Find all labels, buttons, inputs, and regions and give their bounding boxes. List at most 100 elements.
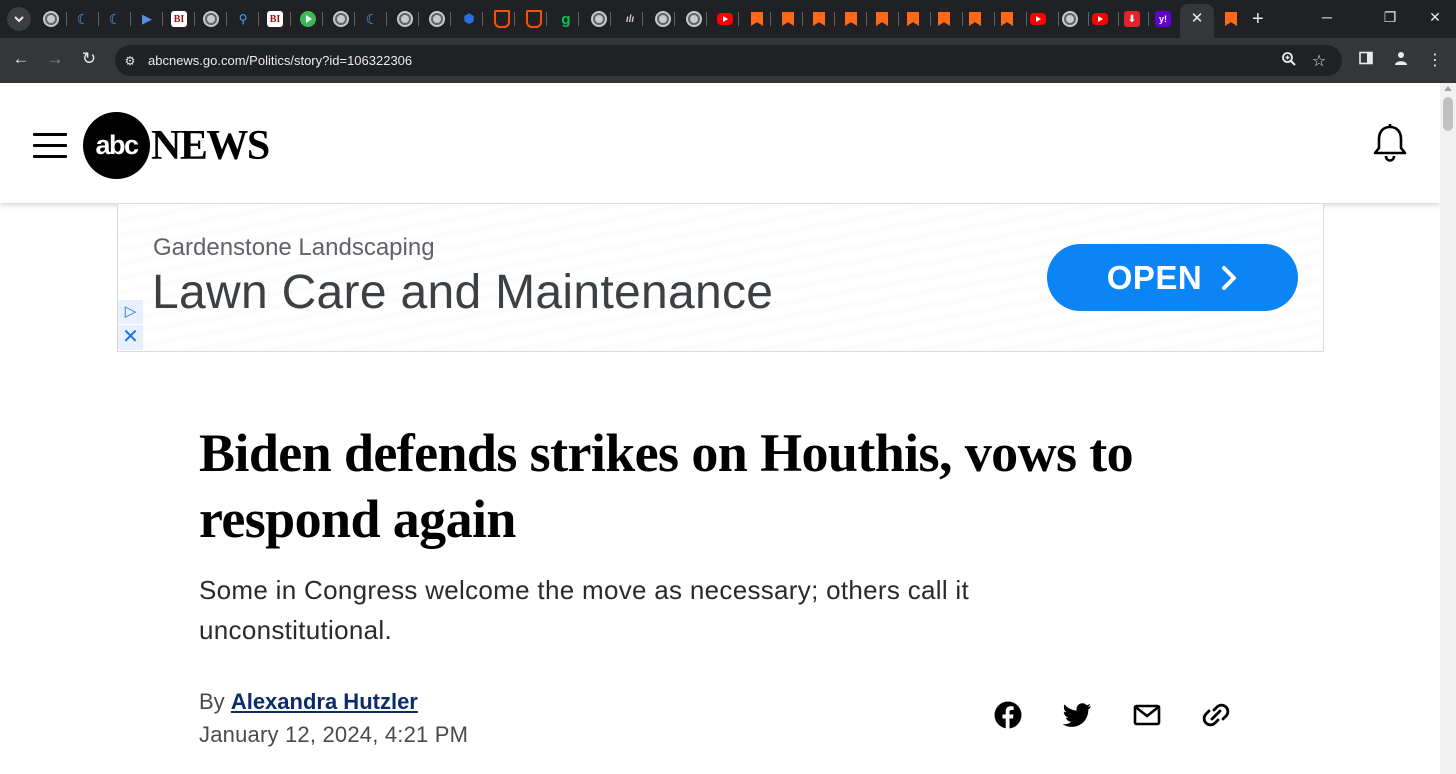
tab-favicon-bi-icon[interactable]: BI [267, 11, 283, 27]
browser-menu-icon[interactable]: ⋮ [1425, 50, 1445, 70]
link-icon[interactable] [1201, 700, 1231, 730]
chevron-right-icon [1222, 265, 1237, 290]
scrollbar-thumb[interactable] [1443, 97, 1453, 131]
tab-favicon-bi-icon[interactable]: BI [171, 11, 187, 27]
tab-separator [450, 12, 451, 26]
tab-favicon-globe-icon[interactable] [686, 11, 702, 27]
twitter-bird-icon [1063, 703, 1091, 727]
tab-favicon-magnifier-icon[interactable]: ⚲ [235, 11, 251, 27]
tab-favicon-shield-icon[interactable]: ☾ [364, 11, 380, 27]
tab-favicon-globe-icon[interactable] [655, 11, 671, 27]
tab-favicon-cube-icon[interactable]: ⬢ [461, 11, 477, 27]
tab-separator [226, 12, 227, 26]
tab-favicon-brave-icon[interactable] [494, 11, 510, 27]
tab-separator [706, 12, 707, 26]
tab-favicon-youtube-icon[interactable] [1092, 13, 1108, 25]
window-close-icon[interactable]: ✕ [1425, 9, 1445, 26]
twitter-icon[interactable] [1062, 700, 1092, 730]
minimize-icon[interactable]: ─ [1317, 9, 1337, 25]
chevron-down-icon [14, 16, 24, 23]
chain-link-icon [1202, 703, 1230, 727]
new-tab-button[interactable]: + [1252, 9, 1264, 29]
bookmark-star-icon[interactable]: ☆ [1309, 51, 1329, 71]
forward-arrow-icon[interactable]: → [44, 48, 66, 70]
reload-icon[interactable]: ↻ [78, 48, 100, 70]
tab-favicon-substack-icon[interactable] [874, 11, 890, 27]
ad-close-icon[interactable]: ✕ [118, 325, 143, 350]
article-headline: Biden defends strikes on Houthis, vows t… [199, 423, 1134, 549]
tab-favicon-arrow-icon[interactable]: ▶ [139, 11, 155, 27]
tab-separator [770, 12, 771, 26]
tab-favicon-globe-icon[interactable] [1062, 11, 1078, 27]
tab-favicon-red-icon[interactable]: ⬇ [1124, 11, 1140, 27]
tab-separator [258, 12, 259, 26]
tab-favicon-substack-icon[interactable] [811, 11, 827, 27]
tab-search-button[interactable] [7, 7, 31, 31]
ad-headline[interactable]: Lawn Care and Maintenance [152, 265, 773, 321]
tab-separator [962, 12, 963, 26]
tab-favicon-globe-icon[interactable] [429, 11, 445, 27]
news-logo-wordmark[interactable]: NEWS [151, 123, 270, 169]
tab-separator [66, 12, 67, 26]
tab-separator [514, 12, 515, 26]
tab-separator [866, 12, 867, 26]
tab-separator [162, 12, 163, 26]
tab-separator [1026, 12, 1027, 26]
zoom-magnifier-icon [1282, 52, 1296, 66]
tab-favicon-substack-icon[interactable] [780, 11, 796, 27]
tab-favicon-substack-icon[interactable] [967, 11, 983, 27]
site-info-icon[interactable]: ⚙ [121, 52, 139, 70]
url-text[interactable]: abcnews.go.com/Politics/story?id=1063223… [148, 52, 412, 69]
profile-icon[interactable] [1391, 50, 1411, 71]
tab-favicon-globe-icon[interactable] [203, 11, 219, 27]
byline-prefix: By [199, 689, 225, 714]
scroll-up-arrow-icon[interactable] [1444, 86, 1452, 91]
tab-separator [674, 12, 675, 26]
tab-favicon-g-icon[interactable]: g [558, 11, 574, 28]
restore-icon[interactable]: ❐ [1380, 9, 1400, 26]
zoom-icon[interactable] [1279, 51, 1299, 72]
tab-favicon-substack-icon[interactable] [1223, 11, 1239, 27]
author-link[interactable]: Alexandra Hutzler [231, 689, 418, 714]
tab-favicon-globe-icon[interactable] [43, 11, 59, 27]
notification-bell-icon[interactable] [1372, 123, 1408, 163]
tab-favicon-play-icon[interactable] [300, 11, 316, 27]
ad-open-button[interactable]: OPEN [1047, 244, 1298, 311]
advertisement-banner[interactable]: Gardenstone Landscaping Lawn Care and Ma… [117, 203, 1324, 352]
tab-favicon-globe-icon[interactable] [333, 11, 349, 27]
tab-favicon-slash-icon[interactable]: ılı [622, 11, 638, 27]
page-scrollbar[interactable] [1440, 83, 1456, 774]
tab-separator [578, 12, 579, 26]
ad-advertiser-name[interactable]: Gardenstone Landscaping [153, 233, 435, 263]
web-page: abc NEWS Gardenstone Landscaping Lawn Ca… [0, 83, 1440, 774]
tab-favicon-substack-icon[interactable] [999, 11, 1015, 27]
tab-close-icon[interactable]: ✕ [1188, 10, 1206, 28]
ad-open-label: OPEN [1106, 258, 1203, 296]
tab-favicon-yahoo-icon[interactable]: y! [1155, 11, 1171, 27]
tab-favicon-substack-icon[interactable] [905, 11, 921, 27]
tab-favicon-globe-icon[interactable] [591, 11, 607, 27]
tab-favicon-shield-icon[interactable]: ☾ [107, 11, 123, 27]
tab-favicon-youtube-icon[interactable] [1030, 13, 1046, 25]
article-date: January 12, 2024, 4:21 PM [199, 722, 469, 747]
tab-separator [994, 12, 995, 26]
tab-favicon-youtube-icon[interactable] [717, 13, 733, 25]
abc-logo[interactable]: abc [83, 112, 150, 179]
tab-separator [1058, 12, 1059, 26]
tab-favicon-substack-icon[interactable] [749, 11, 765, 27]
email-icon[interactable] [1132, 700, 1162, 730]
back-arrow-icon[interactable]: ← [10, 48, 32, 70]
tab-favicon-substack-icon[interactable] [936, 11, 952, 27]
bell-glyph-icon [1373, 124, 1407, 162]
tab-favicon-shield-icon[interactable]: ☾ [75, 11, 91, 27]
facebook-icon[interactable] [993, 700, 1023, 730]
tab-favicon-brave-icon[interactable] [526, 11, 542, 27]
side-panel-icon[interactable] [1356, 50, 1376, 71]
article-byline: By Alexandra Hutzler [199, 687, 418, 717]
tab-favicon-substack-icon[interactable] [843, 11, 859, 27]
adchoices-icon[interactable]: ▷ [118, 300, 143, 324]
hamburger-menu-icon[interactable] [33, 133, 67, 159]
tab-favicon-globe-icon[interactable] [397, 11, 413, 27]
tab-separator [898, 12, 899, 26]
tab-separator [194, 12, 195, 26]
